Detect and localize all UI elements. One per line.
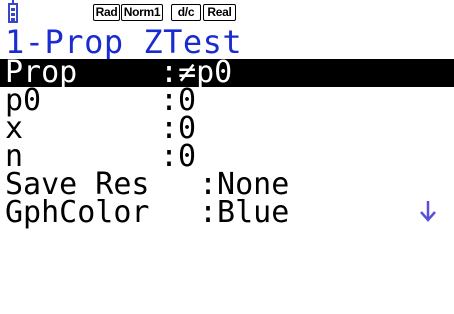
display-mode-badge: Norm1 xyxy=(121,4,163,21)
down-arrow-icon xyxy=(420,201,436,222)
calculator-screen: Rad Norm1 d/c Real 1-Prop ZTest Prop :≠p… xyxy=(0,0,454,234)
setting-value: :Blue xyxy=(199,195,290,230)
setting-row-prop[interactable]: Prop :≠p0 xyxy=(0,58,454,88)
angle-mode-badge: Rad xyxy=(93,4,120,21)
fraction-mode-badge: d/c xyxy=(171,4,201,21)
setting-value: :0 xyxy=(160,139,197,174)
setting-row-x[interactable]: x :0 xyxy=(0,114,454,144)
setting-row-p0[interactable]: p0 :0 xyxy=(0,86,454,116)
battery-icon xyxy=(8,0,18,23)
setting-row-gph-color[interactable]: GphColor :Blue xyxy=(0,195,454,230)
complex-mode-badge: Real xyxy=(203,4,236,21)
screen-title: 1-Prop ZTest xyxy=(5,23,243,61)
setting-label: GphColor xyxy=(5,195,150,230)
